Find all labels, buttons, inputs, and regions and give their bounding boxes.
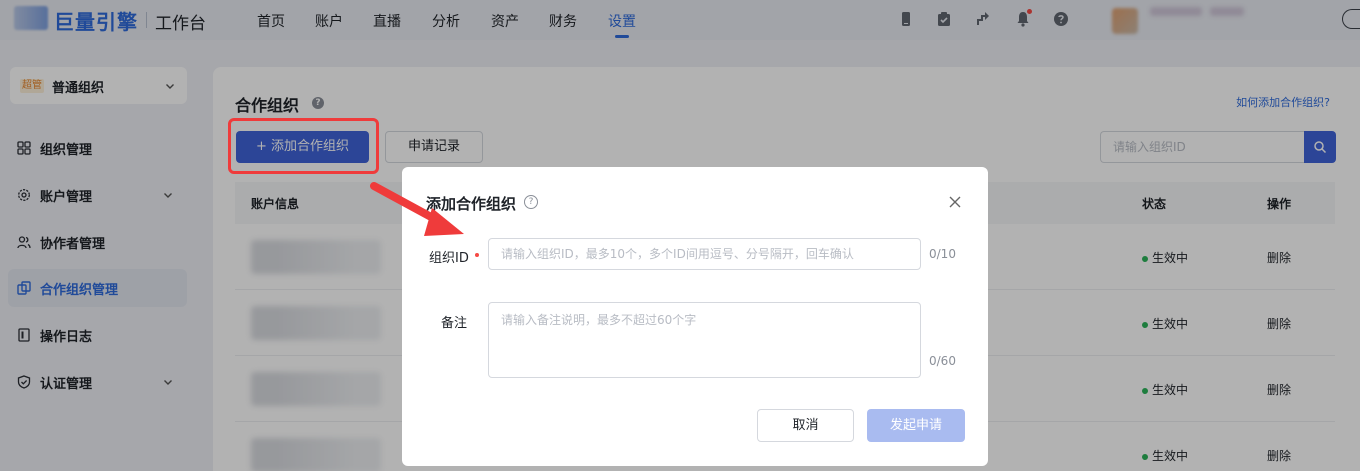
close-icon[interactable] <box>948 195 962 209</box>
org-id-label: 组织ID <box>429 251 469 266</box>
question-icon[interactable]: ? <box>524 195 538 209</box>
note-label: 备注 <box>441 316 468 331</box>
add-partner-org-dialog: 添加合作组织 ? 组织ID 0/10 备注 0/60 取消 发起申请 <box>402 167 988 466</box>
highlight-annotation <box>228 118 379 174</box>
note-counter: 0/60 <box>929 354 956 368</box>
cancel-button[interactable]: 取消 <box>757 409 854 442</box>
required-marker <box>475 253 479 257</box>
note-textarea[interactable] <box>488 302 921 378</box>
submit-application-button[interactable]: 发起申请 <box>867 409 965 442</box>
arrow-annotation <box>370 182 464 236</box>
org-id-counter: 0/10 <box>929 247 956 261</box>
org-id-input[interactable] <box>488 238 921 270</box>
